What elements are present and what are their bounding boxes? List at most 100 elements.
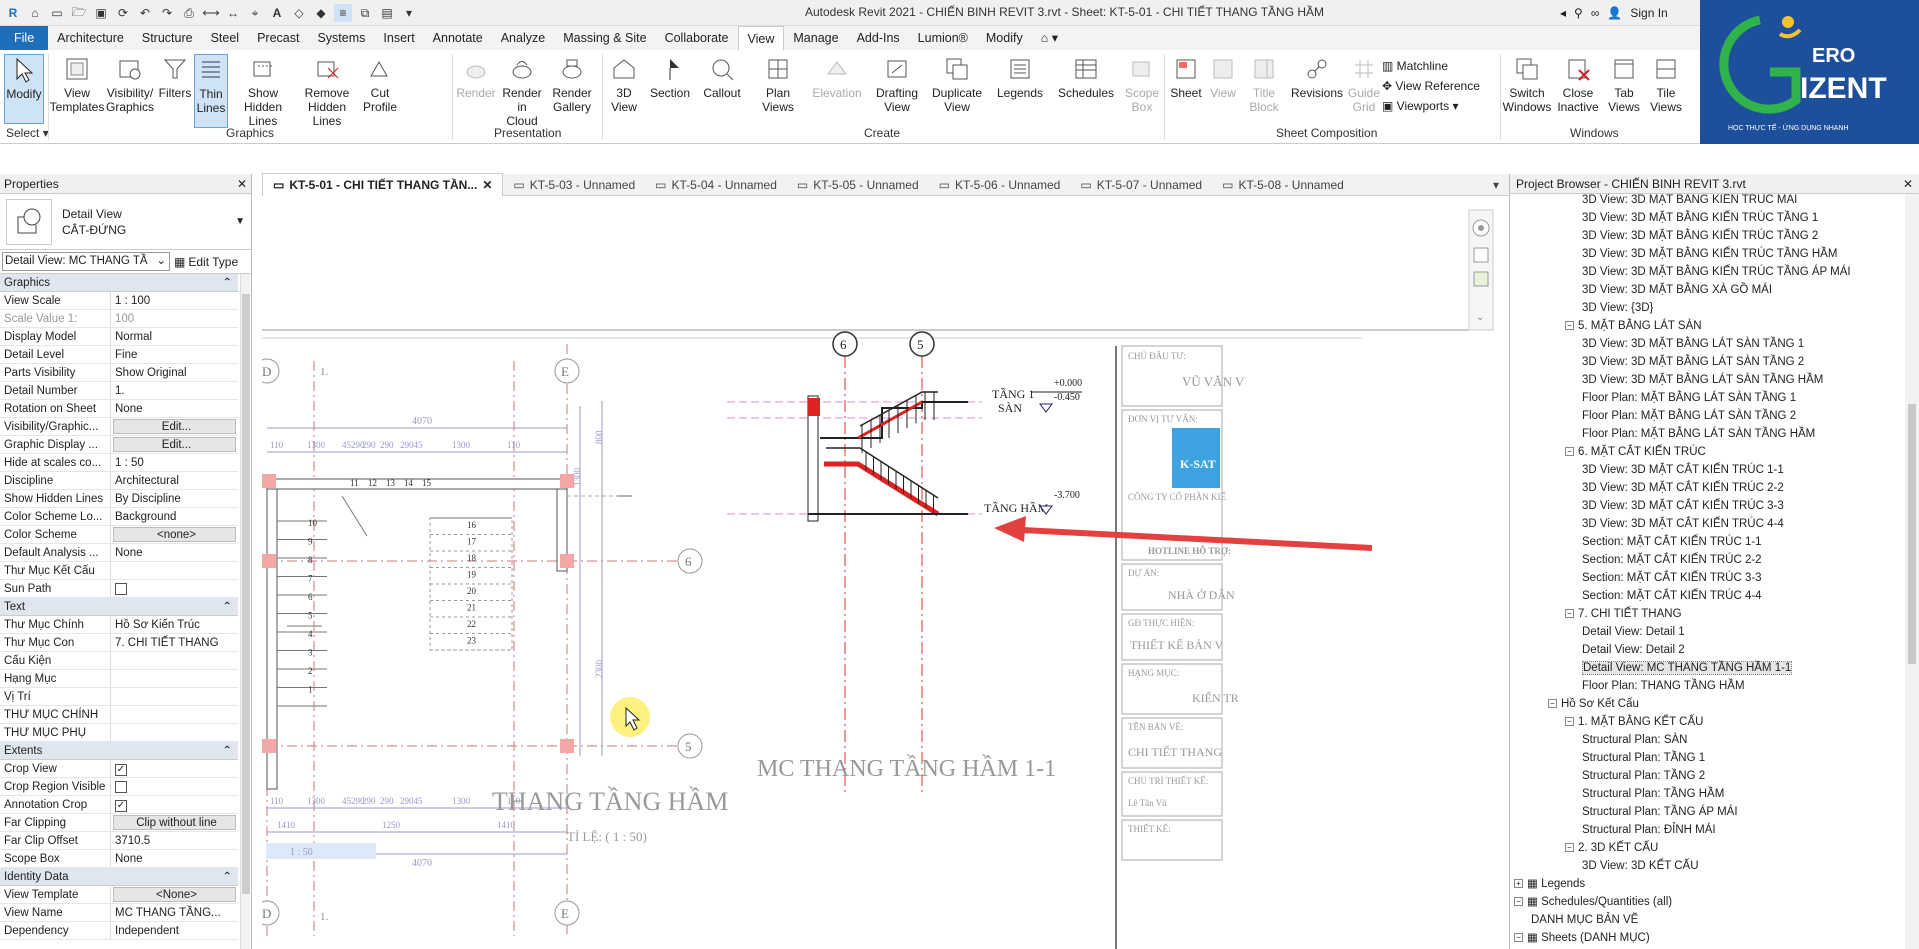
- collapse-icon[interactable]: −: [1565, 447, 1574, 457]
- property-value[interactable]: Hồ Sơ Kiến Trúc: [111, 616, 238, 633]
- menu-modify[interactable]: Modify: [977, 26, 1032, 50]
- drawing-canvas[interactable]: ⌄ D E D E 6 5 1. 1. 4070 110 1300 45290 …: [262, 196, 1509, 949]
- property-value[interactable]: [111, 652, 238, 669]
- browser-item[interactable]: −1. MẶT BẰNG KẾT CẤU: [1510, 713, 1919, 731]
- browser-item[interactable]: 3D View: 3D MẶT BẰNG LÁT SÀN TẦNG HẦM: [1510, 371, 1919, 389]
- thin-lines-button[interactable]: Thin Lines: [194, 54, 228, 128]
- collapse-icon[interactable]: ⌃: [222, 274, 232, 291]
- undo-icon[interactable]: ↶: [136, 4, 154, 22]
- browser-item[interactable]: Structural Plan: TẦNG 2: [1510, 767, 1919, 785]
- thin-lines-icon[interactable]: ≡: [334, 4, 352, 22]
- render-cloud-button[interactable]: Render in Cloud: [500, 54, 544, 128]
- property-value[interactable]: 1.: [111, 382, 238, 399]
- browser-item[interactable]: 3D View: 3D MẶT BẰNG KIẾN TRÚC MÁI: [1510, 194, 1919, 209]
- browser-item[interactable]: Structural Plan: TẦNG ÁP MÁI: [1510, 803, 1919, 821]
- menu-view[interactable]: View: [737, 26, 785, 50]
- collapse-icon[interactable]: −: [1565, 609, 1574, 619]
- browser-item[interactable]: DANH MỤC BẢN VẼ: [1510, 911, 1919, 929]
- browser-item[interactable]: − ▦ Sheets (DANH MỤC): [1510, 929, 1919, 947]
- browser-item[interactable]: Detail View: Detail 1: [1510, 623, 1919, 641]
- property-value[interactable]: None: [111, 544, 238, 561]
- property-value[interactable]: [111, 580, 238, 597]
- property-value[interactable]: Background: [111, 508, 238, 525]
- menu-manage[interactable]: Manage: [784, 26, 847, 50]
- property-value[interactable]: [111, 562, 238, 579]
- menu-annotate[interactable]: Annotate: [424, 26, 492, 50]
- guide-grid-button[interactable]: Guide Grid: [1346, 54, 1382, 114]
- browser-item[interactable]: Floor Plan: MẶT BẰNG LÁT SÀN TẦNG 2: [1510, 407, 1919, 425]
- properties-scrollbar[interactable]: [240, 274, 250, 949]
- expand-icon[interactable]: +: [1514, 879, 1523, 889]
- section-button[interactable]: Section: [648, 54, 692, 100]
- menu-massing-site[interactable]: Massing & Site: [554, 26, 655, 50]
- nav-left-icon[interactable]: ◂: [1560, 6, 1566, 20]
- plan-views-button[interactable]: Plan Views: [756, 54, 800, 114]
- property-value[interactable]: [111, 688, 238, 705]
- browser-item[interactable]: −6. MẶT CẮT KIẾN TRÚC: [1510, 443, 1919, 461]
- tag-icon[interactable]: ⌖: [246, 4, 264, 22]
- view-tab[interactable]: ▭ KT-5-08 - Unnamed: [1212, 174, 1354, 196]
- binoculars-icon[interactable]: ∞: [1591, 6, 1600, 20]
- menu-collaborate[interactable]: Collaborate: [656, 26, 738, 50]
- collapse-icon[interactable]: −: [1548, 699, 1557, 709]
- browser-item[interactable]: Section: MẶT CẮT KIẾN TRÚC 1-1: [1510, 533, 1919, 551]
- browser-item[interactable]: Floor Plan: MẶT BẰNG LÁT SÀN TẦNG 1: [1510, 389, 1919, 407]
- collapse-icon[interactable]: −: [1565, 843, 1574, 853]
- browser-item[interactable]: 3D View: 3D MẶT BẰNG KIẾN TRÚC TẦNG HẦM: [1510, 245, 1919, 263]
- property-value[interactable]: Independent: [111, 922, 238, 939]
- checkbox[interactable]: [115, 583, 127, 595]
- collapse-icon[interactable]: −: [1514, 933, 1523, 943]
- browser-item[interactable]: 3D View: {3D}: [1510, 299, 1919, 317]
- edit-type-button[interactable]: ▦ Edit Type: [174, 255, 238, 269]
- property-value[interactable]: 7. CHI TIẾT THANG: [111, 634, 238, 651]
- close-icon[interactable]: ✕: [237, 177, 247, 191]
- browser-item[interactable]: Floor Plan: MẶT BẰNG LÁT SÀN TẦNG HẦM: [1510, 425, 1919, 443]
- dimension-icon[interactable]: ↔: [224, 4, 242, 22]
- property-value[interactable]: 3710.5: [111, 832, 238, 849]
- user-icon[interactable]: 👤: [1607, 6, 1622, 20]
- revisions-button[interactable]: Revisions: [1290, 54, 1344, 100]
- property-value[interactable]: Normal: [111, 328, 238, 345]
- open-folder-icon[interactable]: 🗁: [70, 4, 88, 22]
- browser-item[interactable]: Section: MẶT CẮT KIẾN TRÚC 2-2: [1510, 551, 1919, 569]
- browser-item[interactable]: 3D View: 3D MẶT CẮT KIẾN TRÚC 3-3: [1510, 497, 1919, 515]
- browser-item[interactable]: 3D View: 3D MẶT CẮT KIẾN TRÚC 2-2: [1510, 479, 1919, 497]
- open-icon[interactable]: ▭: [48, 4, 66, 22]
- property-value[interactable]: <None>: [113, 887, 236, 902]
- qat-dropdown-icon[interactable]: ▾: [400, 4, 418, 22]
- property-value[interactable]: None: [111, 850, 238, 867]
- 3d-icon[interactable]: ◇: [290, 4, 308, 22]
- browser-item[interactable]: 3D View: 3D KẾT CẤU: [1510, 857, 1919, 875]
- browser-item[interactable]: Structural Plan: TẦNG 1: [1510, 749, 1919, 767]
- render-button[interactable]: Render: [456, 54, 496, 100]
- category-header[interactable]: Text ⌃: [0, 598, 238, 616]
- menu-lumion-[interactable]: Lumion®: [909, 26, 977, 50]
- schedules-button[interactable]: Schedules: [1056, 54, 1116, 100]
- measure-icon[interactable]: ⟷: [202, 4, 220, 22]
- view-reference-button[interactable]: ✥ View Reference: [1382, 76, 1480, 96]
- text-icon[interactable]: A: [268, 4, 286, 22]
- browser-item[interactable]: Structural Plan: ĐỈNH MÁI: [1510, 821, 1919, 839]
- render-gallery-button[interactable]: Render Gallery: [550, 54, 594, 114]
- browser-item[interactable]: − ▦ Schedules/Quantities (all): [1510, 893, 1919, 911]
- browser-item[interactable]: 3D View: 3D MẶT BẰNG XÀ GỒ MÁI: [1510, 281, 1919, 299]
- checkbox[interactable]: ✓: [115, 764, 127, 776]
- modify-button[interactable]: Modify: [4, 54, 44, 124]
- property-value[interactable]: Fine: [111, 346, 238, 363]
- viewports-button[interactable]: ▣ Viewports ▾: [1382, 96, 1480, 116]
- property-value[interactable]: Edit...: [113, 419, 236, 434]
- collapse-icon[interactable]: −: [1514, 897, 1523, 907]
- tab-dropdown-icon[interactable]: ▾: [1483, 174, 1509, 196]
- browser-item[interactable]: 3D View: 3D MẶT CẮT KIẾN TRÚC 4-4: [1510, 515, 1919, 533]
- browser-item[interactable]: 3D View: 3D MẶT BẰNG LÁT SÀN TẦNG 2: [1510, 353, 1919, 371]
- browser-item[interactable]: 3D View: 3D MẶT BẰNG KIẾN TRÚC TẦNG 1: [1510, 209, 1919, 227]
- property-value[interactable]: [111, 670, 238, 687]
- title-block-button[interactable]: Title Block: [1244, 54, 1284, 114]
- property-value[interactable]: ✓: [111, 796, 238, 813]
- show-hidden-lines-button[interactable]: Show Hidden Lines: [234, 54, 292, 128]
- duplicate-view-button[interactable]: Duplicate View: [928, 54, 986, 114]
- sheet-drawing[interactable]: ⌄ D E D E 6 5 1. 1. 4070 110 1300 452902…: [262, 196, 1509, 949]
- view-tab[interactable]: ▭ KT-5-05 - Unnamed: [787, 174, 929, 196]
- matchline-button[interactable]: ▥ Matchline: [1382, 56, 1480, 76]
- collapse-icon[interactable]: ⌃: [222, 868, 232, 885]
